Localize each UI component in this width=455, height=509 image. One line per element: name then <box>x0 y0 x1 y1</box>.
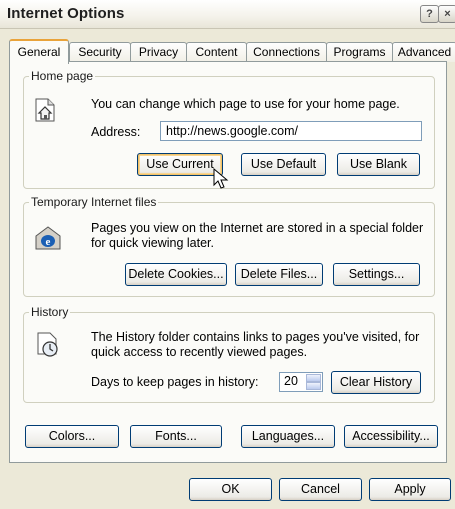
tab-general[interactable]: General <box>9 39 69 64</box>
address-label: Address: <box>91 125 141 139</box>
general-tab-panel: Home page You can change which page to u… <box>9 61 447 463</box>
days-to-keep-spinner[interactable]: 20 <box>279 372 323 392</box>
languages-button[interactable]: Languages... <box>241 425 335 448</box>
apply-button[interactable]: Apply <box>369 478 451 501</box>
spinner-arrows[interactable] <box>306 374 321 390</box>
ok-button[interactable]: OK <box>189 478 272 501</box>
home-page-icon <box>35 98 55 122</box>
home-page-legend: Home page <box>31 69 94 83</box>
home-page-description: You can change which page to use for you… <box>91 97 400 111</box>
home-page-address-input[interactable]: http://news.google.com/ <box>160 121 422 141</box>
tab-security[interactable]: Security <box>69 42 131 62</box>
help-button[interactable]: ? <box>420 5 439 23</box>
days-to-keep-value: 20 <box>284 374 298 388</box>
temp-files-legend: Temporary Internet files <box>31 195 157 209</box>
accessibility-button[interactable]: Accessibility... <box>344 425 438 448</box>
clear-history-button[interactable]: Clear History <box>331 371 421 394</box>
use-default-button[interactable]: Use Default <box>241 153 326 176</box>
folder-internet-icon: e <box>35 226 61 250</box>
days-to-keep-label: Days to keep pages in history: <box>91 375 259 389</box>
tab-content[interactable]: Content <box>186 42 247 62</box>
colors-button[interactable]: Colors... <box>25 425 119 448</box>
fonts-button[interactable]: Fonts... <box>130 425 222 448</box>
history-description-1: The History folder contains links to pag… <box>91 330 420 344</box>
cancel-button[interactable]: Cancel <box>279 478 362 501</box>
delete-cookies-button[interactable]: Delete Cookies... <box>125 263 227 286</box>
internet-options-window: Internet Options ? × General Security Pr… <box>0 0 455 509</box>
use-blank-button[interactable]: Use Blank <box>337 153 420 176</box>
title-bar[interactable]: Internet Options ? × <box>0 0 455 29</box>
spinner-down-icon[interactable] <box>306 382 321 390</box>
tab-privacy[interactable]: Privacy <box>130 42 187 62</box>
tab-programs[interactable]: Programs <box>326 42 393 62</box>
temp-files-description-1: Pages you view on the Internet are store… <box>91 221 424 235</box>
history-description-2: quick access to recently viewed pages. <box>91 345 308 359</box>
temp-files-description-2: for quick viewing later. <box>91 236 214 250</box>
delete-files-button[interactable]: Delete Files... <box>235 263 323 286</box>
svg-text:e: e <box>46 236 51 248</box>
window-title: Internet Options <box>7 5 125 22</box>
history-icon <box>37 332 58 357</box>
tab-connections[interactable]: Connections <box>246 42 327 62</box>
close-button[interactable]: × <box>438 5 455 23</box>
mouse-cursor-icon <box>213 168 229 189</box>
history-legend: History <box>31 305 69 319</box>
use-current-button[interactable]: Use Current <box>137 153 223 176</box>
tab-advanced[interactable]: Advanced <box>392 42 455 62</box>
spinner-up-icon[interactable] <box>306 374 321 382</box>
settings-button[interactable]: Settings... <box>333 263 420 286</box>
